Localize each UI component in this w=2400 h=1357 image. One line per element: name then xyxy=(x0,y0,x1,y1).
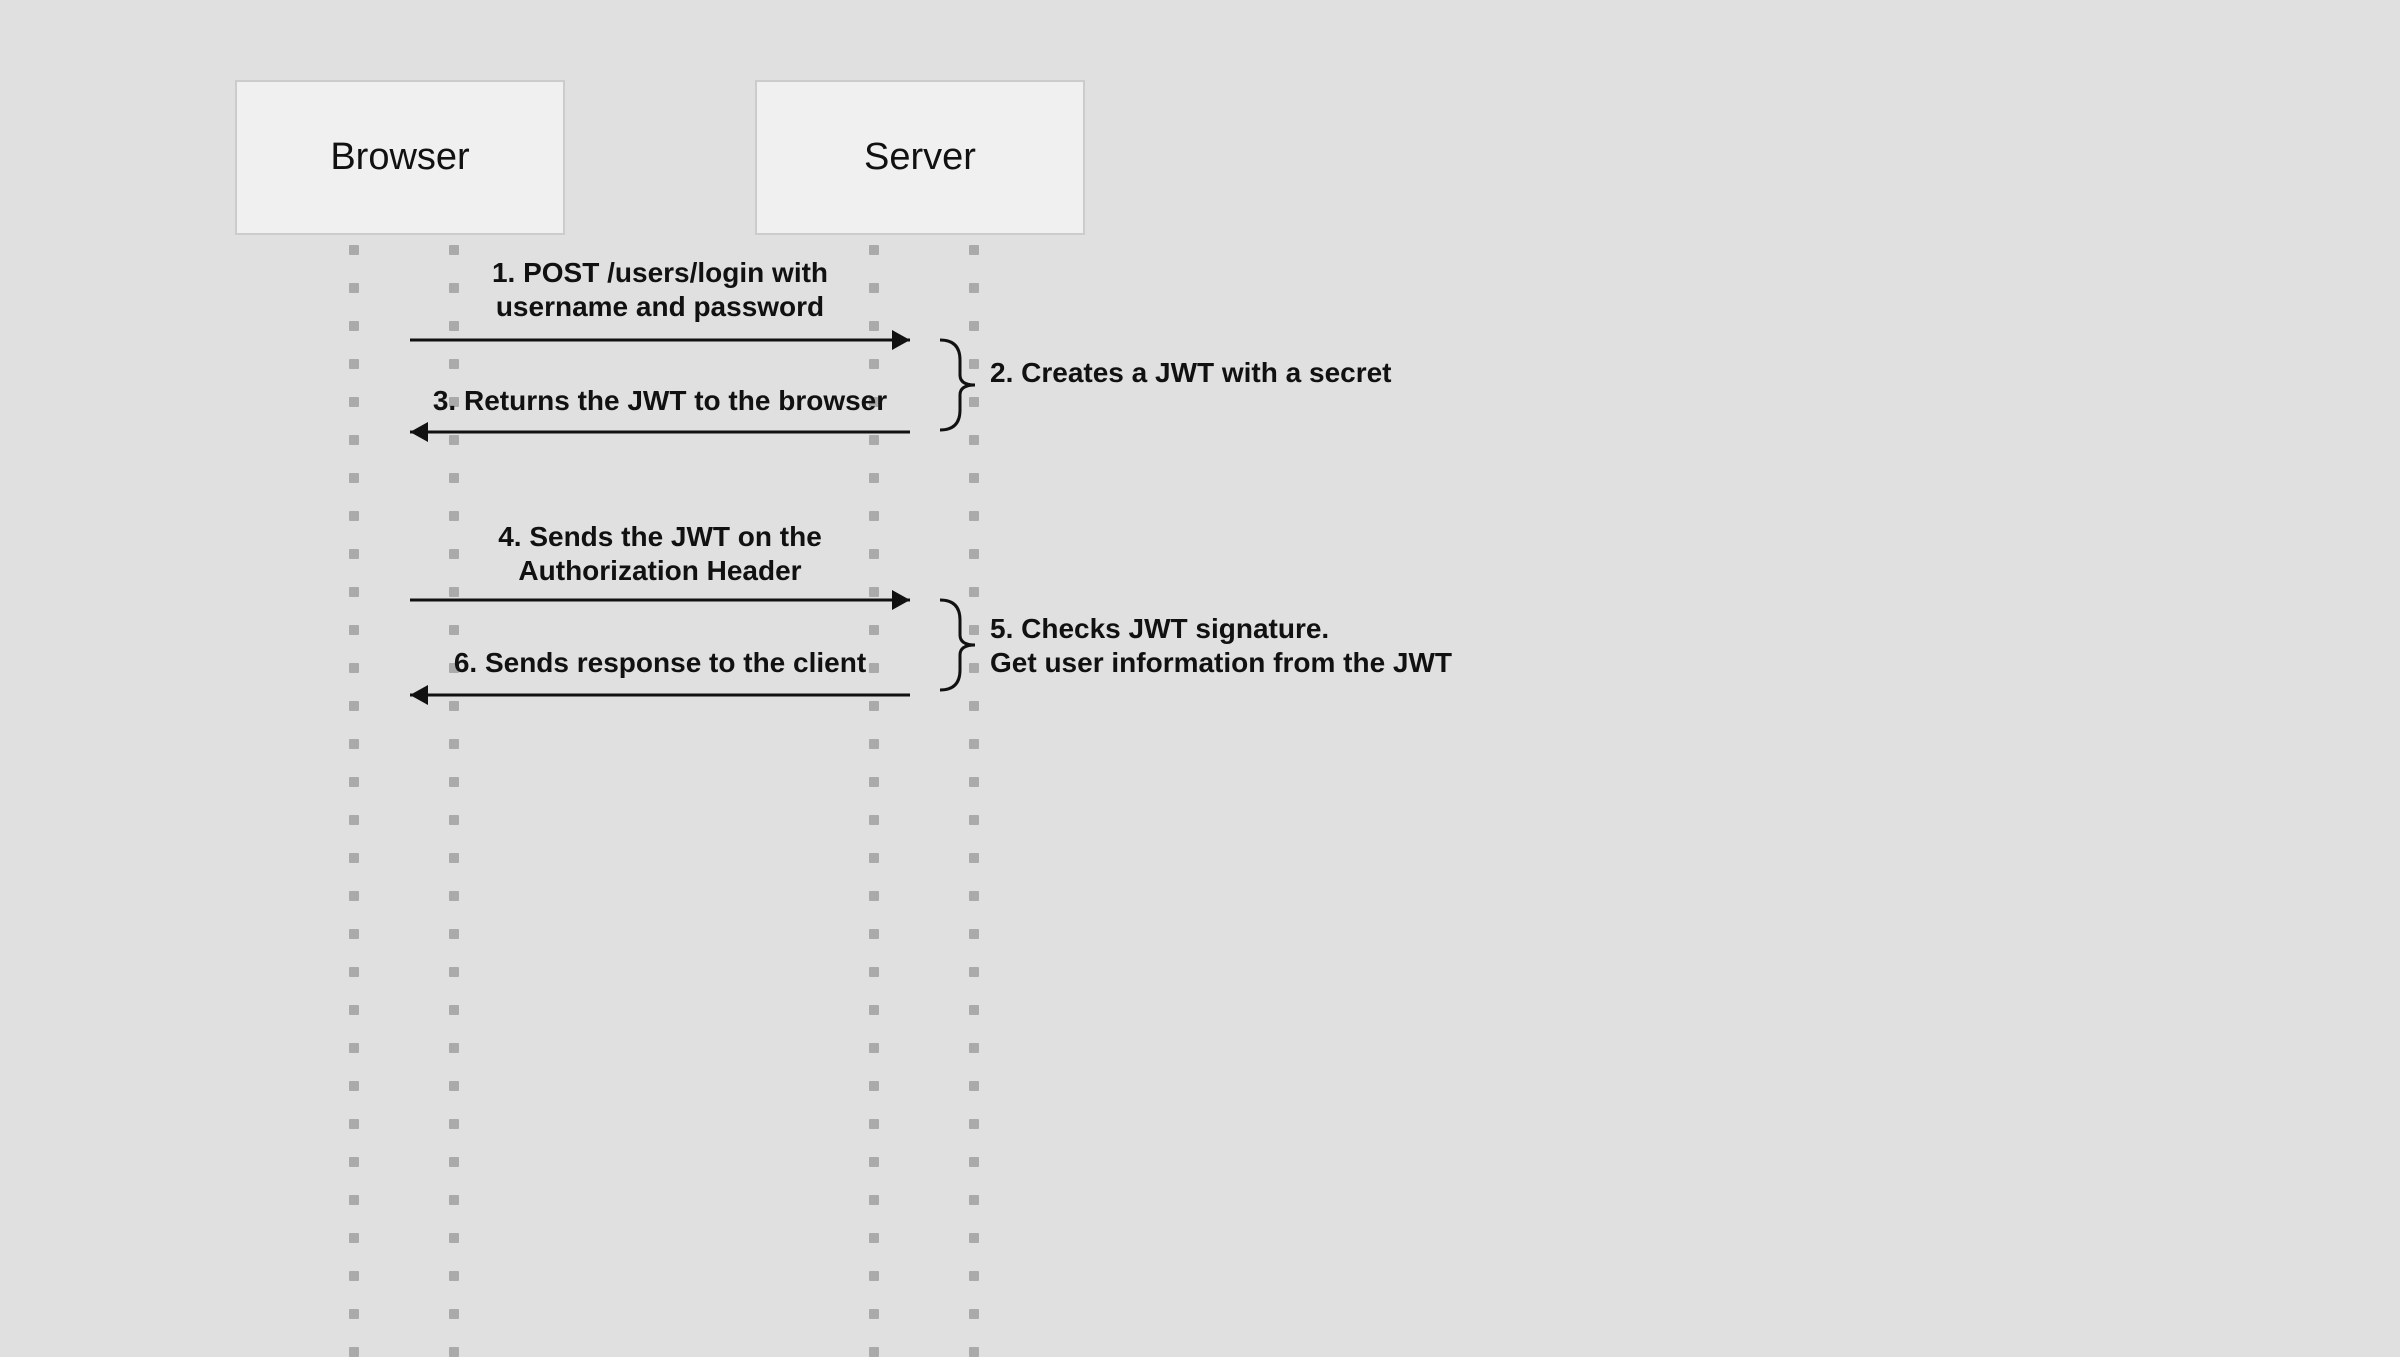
note5-label-line2: Get user information from the JWT xyxy=(990,647,1452,678)
bracket5 xyxy=(940,600,975,690)
arrow1-head xyxy=(892,330,910,350)
bracket2 xyxy=(940,340,975,430)
diagram-svg: 1. POST /users/login with username and p… xyxy=(0,0,2400,1260)
arrow4-label-line2: Authorization Header xyxy=(518,555,801,586)
note2-label: 2. Creates a JWT with a secret xyxy=(990,357,1392,388)
arrow1-label-line2: username and password xyxy=(496,291,824,322)
arrow4-head xyxy=(892,590,910,610)
arrow3-head xyxy=(410,422,428,442)
arrow4-label-line1: 4. Sends the JWT on the xyxy=(498,521,822,552)
arrow3-label: 3. Returns the JWT to the browser xyxy=(433,385,887,416)
arrow1-label-line1: 1. POST /users/login with xyxy=(492,257,828,288)
arrow6-head xyxy=(410,685,428,705)
arrow6-label: 6. Sends response to the client xyxy=(454,647,866,678)
diagram: Browser Server 1. POST /users/login with… xyxy=(0,0,2400,1260)
note5-label-line1: 5. Checks JWT signature. xyxy=(990,613,1329,644)
